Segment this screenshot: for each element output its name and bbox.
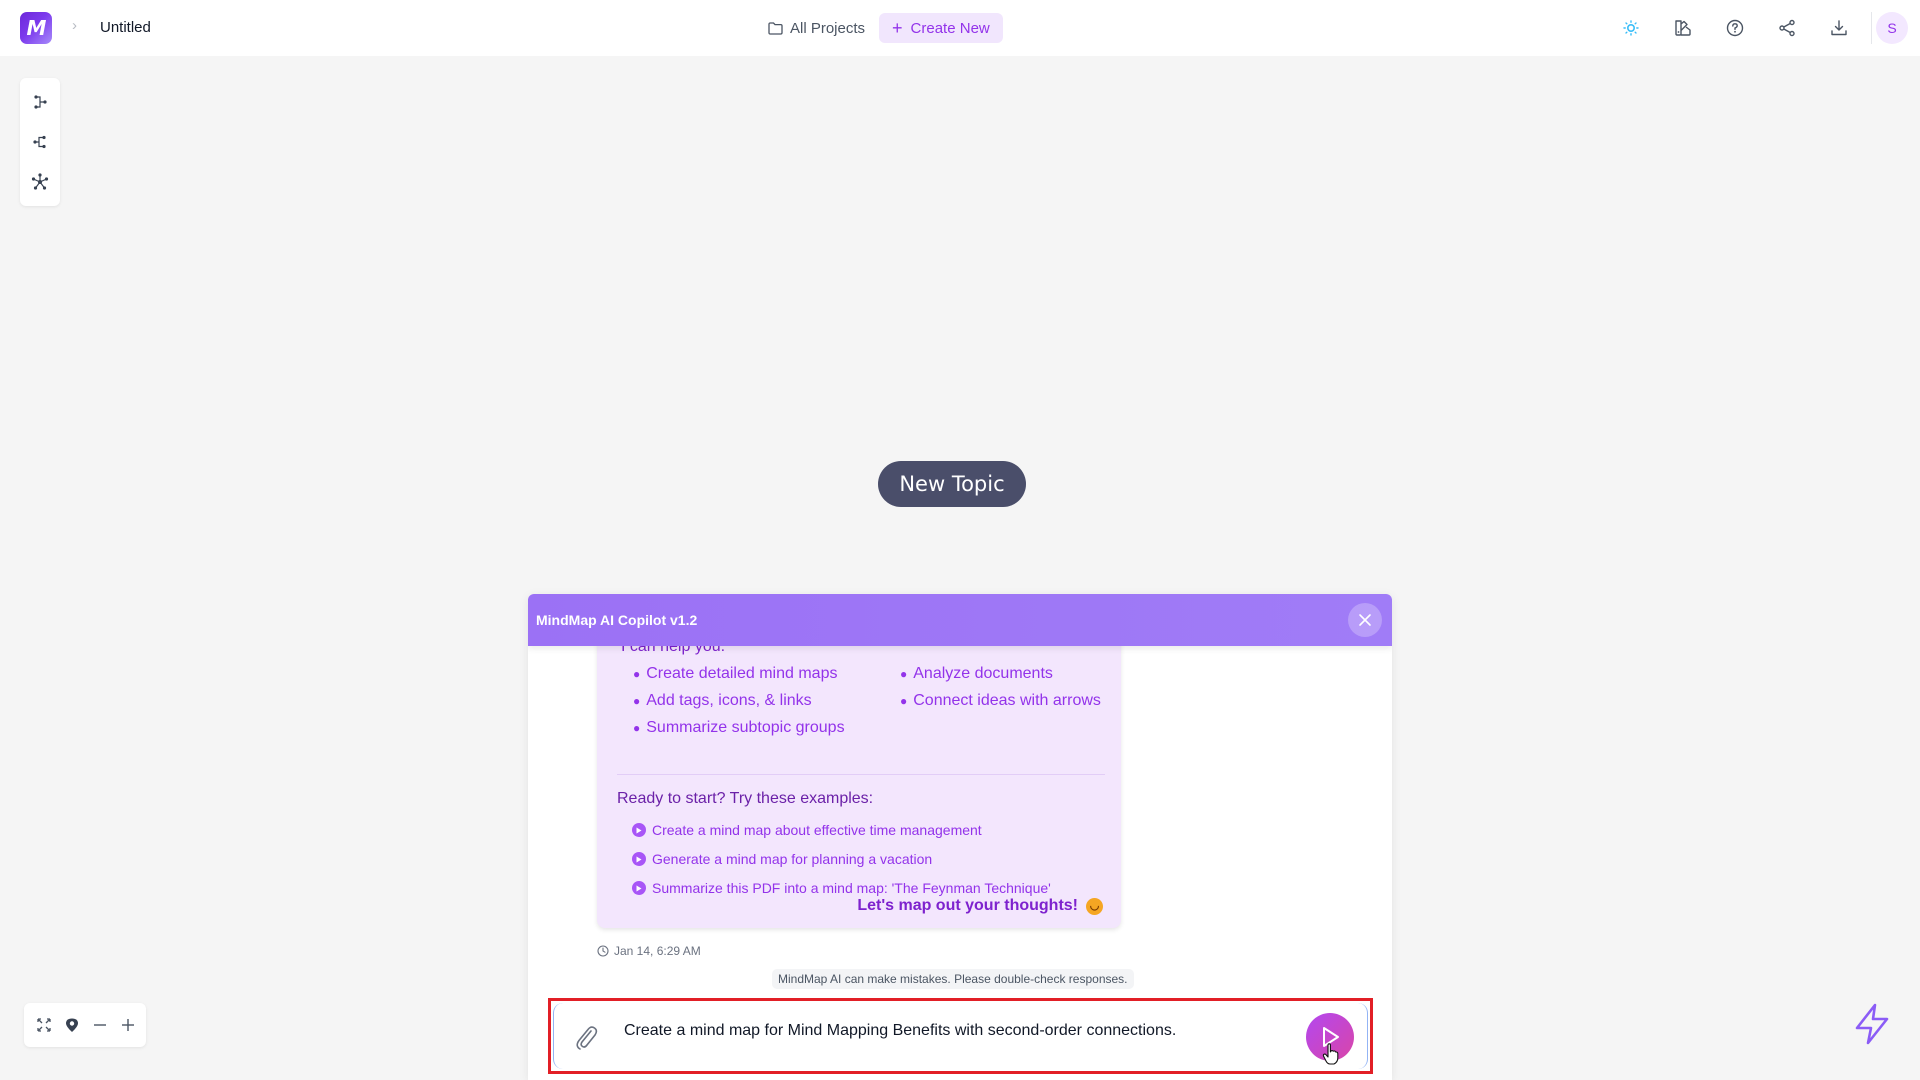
close-copilot-button[interactable] [1348,603,1382,637]
bullet-icon: ● [633,694,641,708]
play-icon [632,823,646,837]
sun-icon [1623,20,1639,36]
central-topic-node[interactable]: New Topic [878,461,1026,507]
signoff-label: Let's map out your thoughts! [857,897,1078,914]
zoom-in-icon [122,1019,134,1031]
capability-text: Create detailed mind maps [646,665,838,682]
example-text: Summarize this PDF into a mind map: 'The… [652,880,1051,896]
layout-right-tree-button[interactable] [24,86,56,118]
bullet-icon: ● [900,694,908,708]
example-text: Generate a mind map for planning a vacat… [652,851,933,867]
fit-screen-button[interactable] [32,1011,56,1039]
download-button[interactable] [1813,0,1865,56]
clock-icon [597,945,609,957]
examples-list: Create a mind map about effective time m… [632,821,1051,897]
all-projects-label: All Projects [790,19,866,37]
create-new-button[interactable]: + Create New [879,13,1003,43]
play-icon [632,881,646,895]
smile-emoji-icon: ◡ [1086,897,1103,915]
layout-left-tree-button[interactable] [24,126,56,158]
capability-item: ● Summarize subtopic groups [633,719,900,737]
capability-text: Summarize subtopic groups [646,719,845,736]
attach-file-button[interactable] [570,1021,602,1053]
palette-icon [1675,20,1691,36]
zoom-out-icon [94,1024,106,1026]
capability-text: Connect ideas with arrows [913,692,1101,709]
timestamp-text: Jan 14, 6:29 AM [614,944,701,958]
logo-letter: M [26,16,47,40]
capability-text: Analyze documents [913,665,1053,682]
help-button[interactable] [1709,0,1761,56]
share-icon [1779,19,1795,37]
example-prompt[interactable]: Summarize this PDF into a mind map: 'The… [632,879,1051,897]
locate-icon [66,1018,78,1032]
breadcrumb-separator: › [72,17,77,34]
capabilities-list: ● Create detailed mind maps ● Analyze docu… [633,665,1113,737]
header-divider [1871,12,1872,44]
header-tools: S [1605,0,1920,56]
locate-center-button[interactable] [60,1011,84,1039]
center-nav: All Projects + Create New [766,13,1003,43]
prompt-input[interactable] [624,1019,1274,1043]
document-title[interactable]: Untitled [100,19,151,36]
zoom-out-button[interactable] [88,1011,112,1039]
close-icon [1359,614,1371,626]
fit-screen-icon [37,1018,51,1032]
app-logo[interactable]: M [20,12,52,44]
layout-right-tree-icon [34,95,47,109]
copilot-title: MindMap AI Copilot v1.2 [536,612,698,628]
share-button[interactable] [1761,0,1813,56]
prompt-input-container [548,998,1373,1074]
zoom-controls [24,1003,146,1047]
capability-item: ● Connect ideas with arrows [900,692,1120,710]
capability-item: ● Add tags, icons, & links [633,692,900,710]
create-new-label: Create New [910,19,990,37]
signoff-text: Let's map out your thoughts! ◡ [857,897,1103,915]
theme-palette-button[interactable] [1657,0,1709,56]
capability-text: Add tags, icons, & links [646,692,812,709]
ai-disclaimer: MindMap AI can make mistakes. Please dou… [772,969,1134,989]
download-icon [1831,20,1847,36]
example-prompt[interactable]: Create a mind map about effective time m… [632,821,1051,839]
bullet-icon: ● [900,667,908,681]
capability-item: ● Create detailed mind maps [633,665,900,683]
user-avatar[interactable]: S [1876,12,1908,44]
all-projects-button[interactable]: All Projects [766,13,867,43]
bullet-icon: ● [633,667,641,681]
layout-radial-icon [31,173,49,190]
zoom-in-button[interactable] [116,1011,140,1039]
quick-action-button[interactable] [1850,1002,1894,1046]
assistant-message-card: I can help you: ● Create detailed mind ma… [597,614,1121,928]
top-header: M › Untitled All Projects + Create New S [0,0,1920,56]
theme-toggle-button[interactable] [1605,0,1657,56]
bullet-icon: ● [633,721,641,735]
examples-title: Ready to start? Try these examples: [617,790,874,807]
copilot-header: MindMap AI Copilot v1.2 [528,594,1392,646]
pointer-cursor-icon [1322,1043,1339,1065]
play-icon [632,852,646,866]
message-timestamp: Jan 14, 6:29 AM [597,944,701,958]
plus-icon: + [892,18,903,38]
layout-radial-button[interactable] [24,166,56,198]
example-text: Create a mind map about effective time m… [652,822,982,838]
folder-icon [768,21,783,35]
layout-toolbar [20,78,60,206]
layout-left-tree-icon [33,135,46,149]
example-prompt[interactable]: Generate a mind map for planning a vacat… [632,850,1051,868]
help-icon [1726,19,1744,37]
ai-copilot-panel: MindMap AI Copilot v1.2 I can help you: … [528,594,1392,1080]
capability-item: ● Analyze documents [900,665,1120,683]
lightning-icon [1855,1003,1889,1045]
card-divider [617,774,1105,775]
paperclip-icon [576,1026,598,1050]
